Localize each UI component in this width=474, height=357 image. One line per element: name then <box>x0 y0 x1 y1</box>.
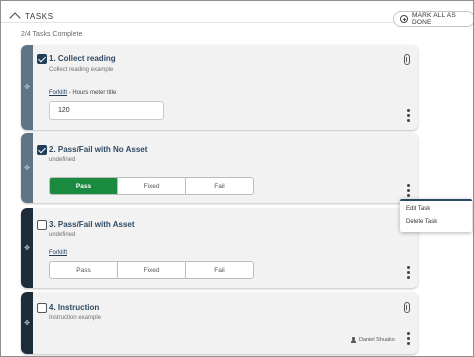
reading-input[interactable]: 120 <box>49 101 164 120</box>
task-card-instruction: ✥ 4. Instruction Instruction example Dan… <box>21 292 418 354</box>
task-asset-line: Forklift <box>49 250 67 256</box>
drag-handle-icon[interactable]: ✥ <box>24 245 30 252</box>
plus-circle-icon <box>400 15 408 23</box>
task-description: undefined <box>49 157 76 163</box>
task-asset-line: Forklift - Hours meter title <box>49 90 116 96</box>
pass-fail-segmented-control: Pass Fixed Fail <box>49 261 254 279</box>
task-title: 1. Collect reading <box>49 54 116 63</box>
task-title: 4. Instruction <box>49 303 100 312</box>
kebab-menu-icon[interactable] <box>407 332 410 345</box>
fail-option[interactable]: Fail <box>186 178 253 194</box>
delete-task-menu-item[interactable]: Delete Task <box>406 219 437 225</box>
drag-handle-icon[interactable]: ✥ <box>24 320 30 327</box>
fixed-option[interactable]: Fixed <box>118 178 186 194</box>
task-description: undefined <box>49 232 76 238</box>
drag-handle[interactable]: ✥ <box>21 45 33 130</box>
pass-option[interactable]: Pass <box>50 178 118 194</box>
task-title: 2. Pass/Fail with No Asset <box>49 145 148 154</box>
tasks-section-header[interactable]: TASKS <box>9 10 54 24</box>
drag-handle[interactable]: ✥ <box>21 292 33 354</box>
kebab-menu-icon[interactable] <box>407 184 410 197</box>
task-card-collect-reading: ✥ 1. Collect reading Collect reading exa… <box>21 45 418 130</box>
task-author: Daniel Shuako <box>351 337 395 343</box>
asset-link[interactable]: Forklift <box>49 250 67 256</box>
person-icon <box>351 337 356 343</box>
task-description: Instruction example <box>49 315 102 321</box>
task-card-pass-fail-no-asset: ✥ 2. Pass/Fail with No Asset undefined P… <box>21 133 418 203</box>
task-title: 3. Pass/Fail with Asset <box>49 220 135 229</box>
drag-handle[interactable]: ✥ <box>21 208 33 288</box>
drag-handle-icon[interactable]: ✥ <box>24 84 30 91</box>
task-complete-checkbox[interactable] <box>37 145 47 155</box>
task-context-menu: Edit Task Delete Task <box>400 199 472 232</box>
task-complete-checkbox[interactable] <box>37 54 47 64</box>
task-card-pass-fail-with-asset: ✥ 3. Pass/Fail with Asset undefined Fork… <box>21 208 418 288</box>
fixed-option[interactable]: Fixed <box>118 262 186 278</box>
paperclip-icon[interactable] <box>404 302 410 313</box>
task-complete-checkbox[interactable] <box>37 303 47 313</box>
paperclip-icon[interactable] <box>404 54 410 65</box>
mark-all-as-done-button[interactable]: MARK ALL AS DONE <box>393 11 473 27</box>
mark-all-label: MARK ALL AS DONE <box>412 12 456 26</box>
kebab-menu-icon[interactable] <box>407 266 410 279</box>
edit-task-menu-item[interactable]: Edit Task <box>406 206 430 212</box>
task-complete-checkbox[interactable] <box>37 220 47 230</box>
pass-fail-segmented-control: Pass Fixed Fail <box>49 177 254 195</box>
fail-option[interactable]: Fail <box>186 262 253 278</box>
kebab-menu-icon[interactable] <box>407 109 410 122</box>
asset-meter-title: - Hours meter title <box>67 90 117 96</box>
task-description: Collect reading example <box>49 67 114 73</box>
section-title: TASKS <box>25 11 54 21</box>
drag-handle-icon[interactable]: ✥ <box>24 165 30 172</box>
task-panel: TASKS MARK ALL AS DONE 2/4 Tasks Complet… <box>0 0 474 357</box>
asset-link[interactable]: Forklift <box>49 90 67 96</box>
author-name: Daniel Shuako <box>359 337 395 343</box>
drag-handle[interactable]: ✥ <box>21 133 33 203</box>
tasks-progress: 2/4 Tasks Complete <box>21 31 83 38</box>
pass-option[interactable]: Pass <box>50 262 118 278</box>
